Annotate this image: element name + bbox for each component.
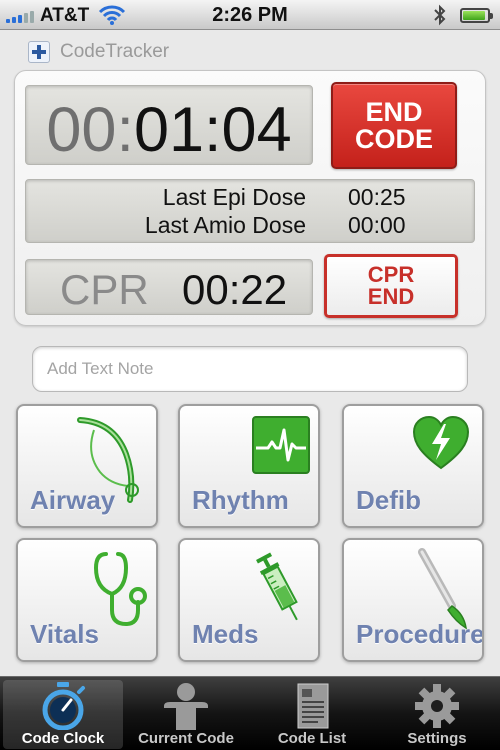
meds-label: Meds (192, 619, 259, 649)
tab-settings[interactable]: Settings (377, 680, 497, 749)
airway-label: Airway (30, 485, 116, 515)
scalpel-icon (418, 548, 467, 630)
text-note-input[interactable] (32, 346, 468, 392)
gear-icon (415, 684, 459, 728)
meds-button[interactable]: Meds (178, 538, 320, 662)
syringe-icon (256, 552, 298, 621)
amio-dose-label: Last Amio Dose (144, 212, 306, 238)
epi-dose-time: 00:25 (348, 184, 406, 210)
document-list-icon (297, 683, 329, 729)
stopwatch-icon (42, 682, 85, 730)
tab-current-code-label: Current Code (138, 730, 234, 747)
stethoscope-icon (93, 552, 147, 627)
code-timer-text: 00:01:04 (26, 94, 312, 166)
amio-dose-time: 00:00 (348, 212, 406, 238)
cpr-end-label-line1: CPR (367, 262, 415, 287)
end-code-label-line2: CODE (354, 123, 433, 154)
status-bar: AT&T 2:26 PM (0, 0, 500, 30)
code-timer-minutes-seconds: 01:04 (133, 95, 292, 165)
defibrillator-heart-icon (412, 415, 470, 470)
app-title: CodeTracker (60, 41, 170, 62)
end-code-label-line1: END (365, 96, 423, 127)
tab-settings-label: Settings (407, 730, 467, 747)
rhythm-label: Rhythm (192, 485, 289, 515)
airway-button[interactable]: Airway (16, 404, 158, 528)
tab-current-code[interactable]: Current Code (126, 680, 246, 749)
code-clock-panel: 00:01:04 END CODE Last Epi Dose 00:25 La… (14, 70, 486, 326)
cpr-timer-text: 00:22 (182, 266, 288, 313)
tab-code-list[interactable]: Code List (252, 680, 372, 749)
tab-code-clock-label: Code Clock (21, 730, 105, 747)
cpr-end-label-line2: END (367, 284, 415, 309)
code-timer-display: 00:01:04 (25, 85, 313, 165)
procedure-label: Procedure (356, 619, 484, 649)
procedure-button[interactable]: Procedure (342, 538, 484, 662)
defib-label: Defib (356, 485, 421, 515)
code-timer-hours: 00: (46, 95, 134, 165)
vitals-label: Vitals (30, 619, 99, 649)
rhythm-button[interactable]: Rhythm (178, 404, 320, 528)
cpr-label: CPR (60, 266, 149, 313)
dose-display: Last Epi Dose 00:25 Last Amio Dose 00:00 (25, 179, 475, 243)
tab-code-list-label: Code List (277, 730, 347, 747)
bluetooth-icon (434, 4, 446, 26)
defib-button[interactable]: Defib (342, 404, 484, 528)
tab-code-clock[interactable]: Code Clock (3, 680, 123, 749)
cpr-end-button[interactable]: CPR END (324, 254, 458, 318)
epi-dose-label: Last Epi Dose (162, 184, 306, 210)
medical-cross-icon (28, 41, 50, 63)
status-time: 2:26 PM (212, 4, 288, 26)
end-code-button[interactable]: END CODE (331, 82, 457, 169)
cpr-timer-display: CPR 00:22 (25, 259, 313, 315)
tab-bar: Code Clock Current Code Code List Settin… (0, 676, 500, 750)
ecg-monitor-icon (252, 416, 310, 474)
vitals-button[interactable]: Vitals (16, 538, 158, 662)
battery-icon (460, 8, 493, 23)
person-icon (164, 683, 208, 730)
